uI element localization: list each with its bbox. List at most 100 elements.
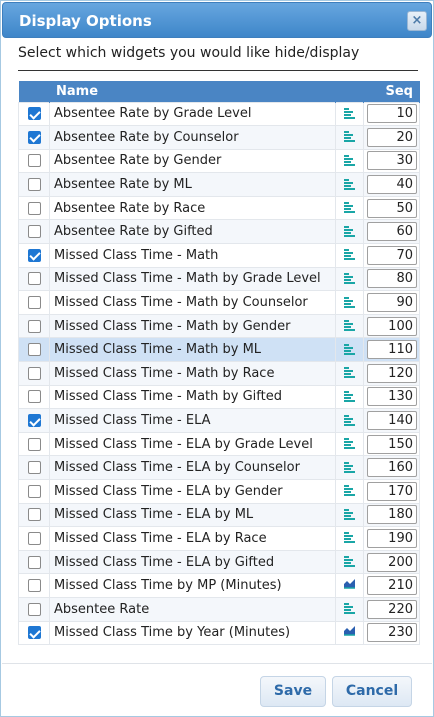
widget-checkbox[interactable] bbox=[27, 272, 41, 286]
header-check-column bbox=[18, 81, 50, 102]
dialog-titlebar[interactable]: Display Options × bbox=[2, 2, 432, 38]
widget-checkbox[interactable] bbox=[27, 484, 41, 498]
table-row[interactable]: Missed Class Time - ELA by Gender bbox=[18, 479, 420, 504]
seq-input[interactable] bbox=[367, 528, 417, 548]
seq-input[interactable] bbox=[367, 387, 417, 407]
row-icon-cell bbox=[335, 384, 364, 410]
table-row[interactable]: Missed Class Time - Math by Counselor bbox=[18, 290, 420, 315]
widget-checkbox[interactable] bbox=[27, 414, 41, 428]
table-row[interactable]: Absentee Rate by Counselor bbox=[18, 125, 420, 150]
seq-input[interactable] bbox=[367, 599, 417, 619]
row-checkbox-cell bbox=[18, 620, 50, 646]
row-icon-cell bbox=[335, 596, 364, 622]
widget-checkbox[interactable] bbox=[27, 579, 41, 593]
cancel-button[interactable]: Cancel bbox=[332, 676, 412, 707]
widget-checkbox[interactable] bbox=[27, 130, 41, 144]
table-row[interactable]: Missed Class Time - ELA by Gifted bbox=[18, 549, 420, 575]
table-row[interactable]: Absentee Rate by Grade Level bbox=[18, 101, 420, 127]
seq-input[interactable] bbox=[367, 151, 417, 171]
seq-input[interactable] bbox=[367, 505, 417, 525]
widget-checkbox[interactable] bbox=[27, 248, 41, 262]
table-row[interactable]: Missed Class Time by MP (Minutes) bbox=[18, 573, 420, 598]
seq-input[interactable] bbox=[367, 411, 417, 431]
seq-input[interactable] bbox=[367, 175, 417, 195]
bar-chart-icon bbox=[343, 367, 356, 379]
widget-checkbox[interactable] bbox=[27, 555, 41, 569]
table-row[interactable]: Absentee Rate by Gifted bbox=[18, 219, 420, 245]
row-checkbox-cell bbox=[18, 337, 50, 363]
row-checkbox-cell bbox=[18, 361, 50, 386]
widget-checkbox[interactable] bbox=[27, 319, 41, 333]
widget-checkbox[interactable] bbox=[27, 201, 41, 215]
seq-input[interactable] bbox=[367, 316, 417, 336]
dialog-title: Display Options bbox=[19, 12, 152, 30]
table-row[interactable]: Missed Class Time - Math by ML bbox=[18, 337, 420, 363]
table-row[interactable]: Missed Class Time - ELA by Grade Level bbox=[18, 431, 420, 457]
table-row[interactable]: Absentee Rate by Gender bbox=[18, 148, 420, 174]
row-checkbox-cell bbox=[18, 313, 50, 339]
seq-input[interactable] bbox=[367, 293, 417, 313]
widget-checkbox[interactable] bbox=[27, 107, 41, 121]
seq-input[interactable] bbox=[367, 198, 417, 218]
widget-name: Missed Class Time - ELA by Gifted bbox=[49, 549, 336, 575]
widget-checkbox[interactable] bbox=[27, 602, 41, 616]
table-row[interactable]: Absentee Rate by Race bbox=[18, 195, 420, 221]
widget-checkbox[interactable] bbox=[27, 461, 41, 475]
subtitle-divider bbox=[18, 70, 418, 71]
widget-name: Missed Class Time - ELA by Race bbox=[49, 526, 336, 551]
row-seq-cell bbox=[363, 431, 420, 457]
seq-input[interactable] bbox=[367, 576, 417, 596]
seq-input[interactable] bbox=[367, 552, 417, 572]
table-row[interactable]: Missed Class Time - Math bbox=[18, 243, 420, 268]
widget-checkbox[interactable] bbox=[27, 225, 41, 239]
widget-checkbox[interactable] bbox=[27, 296, 41, 310]
table-row[interactable]: Missed Class Time - Math by Race bbox=[18, 361, 420, 386]
widget-checkbox[interactable] bbox=[27, 390, 41, 404]
seq-input[interactable] bbox=[367, 481, 417, 501]
header-seq[interactable]: Seq bbox=[363, 81, 420, 102]
row-icon-cell bbox=[335, 502, 364, 528]
widget-checkbox[interactable] bbox=[27, 531, 41, 545]
widgets-table: Name Seq Absentee Rate by Grade LevelAbs… bbox=[18, 81, 420, 646]
row-checkbox-cell bbox=[18, 101, 50, 127]
table-row[interactable]: Absentee Rate by ML bbox=[18, 172, 420, 197]
row-checkbox-cell bbox=[18, 431, 50, 457]
row-icon-cell bbox=[335, 313, 364, 339]
row-checkbox-cell bbox=[18, 502, 50, 528]
seq-input[interactable] bbox=[367, 104, 417, 124]
table-row[interactable]: Missed Class Time - Math by Grade Level bbox=[18, 266, 420, 292]
bar-chart-icon bbox=[343, 202, 356, 214]
table-row[interactable]: Missed Class Time - Math by Gifted bbox=[18, 384, 420, 410]
widget-checkbox[interactable] bbox=[27, 178, 41, 192]
seq-input[interactable] bbox=[367, 434, 417, 454]
table-row[interactable]: Missed Class Time - ELA by Race bbox=[18, 526, 420, 551]
header-name[interactable]: Name bbox=[49, 81, 336, 102]
table-row[interactable]: Missed Class Time by Year (Minutes) bbox=[18, 620, 420, 646]
bar-chart-icon bbox=[343, 532, 356, 544]
widget-checkbox[interactable] bbox=[27, 154, 41, 168]
widget-checkbox[interactable] bbox=[27, 343, 41, 357]
row-icon-cell bbox=[335, 219, 364, 245]
seq-input[interactable] bbox=[367, 458, 417, 478]
table-row[interactable]: Missed Class Time - Math by Gender bbox=[18, 313, 420, 339]
seq-input[interactable] bbox=[367, 245, 417, 265]
bar-chart-icon bbox=[343, 154, 356, 167]
close-icon[interactable]: × bbox=[407, 11, 427, 31]
seq-input[interactable] bbox=[367, 623, 417, 643]
seq-input[interactable] bbox=[367, 127, 417, 147]
seq-input[interactable] bbox=[367, 340, 417, 360]
widget-name: Missed Class Time - ELA by Gender bbox=[49, 479, 336, 504]
widget-checkbox[interactable] bbox=[27, 366, 41, 380]
save-button[interactable]: Save bbox=[260, 676, 326, 707]
table-row[interactable]: Missed Class Time - ELA by Counselor bbox=[18, 455, 420, 480]
seq-input[interactable] bbox=[367, 269, 417, 289]
table-row[interactable]: Absentee Rate bbox=[18, 596, 420, 622]
table-row[interactable]: Missed Class Time - ELA by ML bbox=[18, 502, 420, 528]
widget-checkbox[interactable] bbox=[27, 626, 41, 640]
widget-checkbox[interactable] bbox=[27, 437, 41, 451]
seq-input[interactable] bbox=[367, 363, 417, 383]
seq-input[interactable] bbox=[367, 222, 417, 242]
widget-name: Missed Class Time - ELA by Grade Level bbox=[49, 431, 336, 457]
widget-checkbox[interactable] bbox=[27, 508, 41, 522]
table-row[interactable]: Missed Class Time - ELA bbox=[18, 408, 420, 433]
